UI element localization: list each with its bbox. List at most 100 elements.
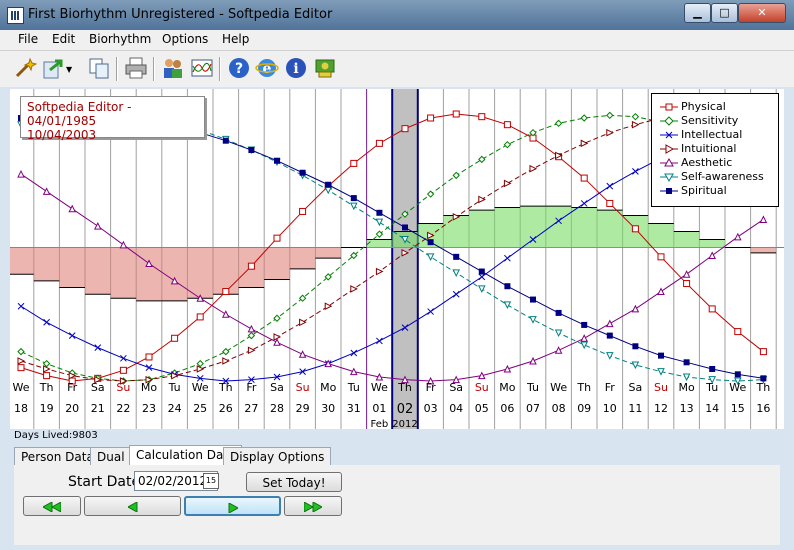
data-point: [530, 296, 536, 303]
print-icon[interactable]: [124, 56, 148, 80]
menu-bar: File Edit Biorhythm Options Help: [0, 30, 794, 51]
data-point: [631, 361, 640, 370]
data-point: [554, 329, 563, 338]
app-icon[interactable]: [7, 7, 24, 24]
day-number-label: 20: [65, 402, 79, 415]
forward-button[interactable]: [184, 496, 281, 516]
data-point: [452, 110, 460, 118]
copy-icon[interactable]: [87, 56, 111, 80]
data-point: [658, 352, 664, 359]
average-bar: [85, 247, 111, 295]
data-point: [42, 359, 51, 368]
data-point: [222, 357, 230, 365]
info-icon[interactable]: i: [284, 56, 308, 80]
data-point: [606, 128, 614, 137]
wizard-icon[interactable]: [13, 56, 38, 80]
minimize-button[interactable]: ▁: [684, 3, 711, 23]
web-icon[interactable]: e: [255, 56, 279, 80]
tab-dual[interactable]: Dual: [90, 447, 132, 466]
day-number-label: 05: [475, 402, 489, 415]
data-point: [631, 225, 639, 233]
days-lived: Days Lived:9803: [14, 430, 98, 441]
maximize-button[interactable]: □: [711, 3, 738, 23]
toolbar: ▼ ? e i: [0, 51, 794, 87]
data-point: [247, 262, 255, 270]
toolbar-separator: [153, 57, 155, 81]
data-point: [427, 308, 434, 315]
average-bar: [494, 207, 521, 248]
day-of-week-label: Fr: [67, 381, 78, 394]
average-bar: [366, 239, 393, 248]
data-point: [709, 365, 716, 372]
fast-forward-button[interactable]: [284, 496, 342, 516]
register-icon[interactable]: [313, 56, 337, 80]
data-point: [222, 347, 230, 356]
day-of-week-label: We: [371, 381, 388, 394]
person-info-box: Softpedia Editor - 04/01/1985 10/04/2003: [20, 96, 205, 142]
day-number-label: 07: [526, 402, 540, 415]
calendar-icon[interactable]: 15: [203, 473, 219, 489]
day-of-week-label: We: [729, 381, 746, 394]
data-point: [503, 121, 511, 129]
day-number-label: 24: [168, 402, 182, 415]
export-dropdown-icon[interactable]: ▼: [66, 65, 72, 74]
data-point: [17, 364, 25, 372]
data-point: [632, 168, 639, 175]
average-bar: [289, 247, 316, 269]
data-point: [580, 200, 588, 207]
day-number-label: 13: [680, 402, 694, 415]
data-point: [299, 207, 307, 215]
day-number-label: 10: [603, 402, 617, 415]
menu-edit[interactable]: Edit: [52, 32, 75, 46]
day-of-week-label: Fr: [605, 381, 616, 394]
data-point: [606, 332, 613, 339]
data-point: [376, 337, 383, 345]
average-bar: [10, 247, 34, 275]
chart-icon[interactable]: [190, 56, 214, 80]
data-point: [504, 254, 511, 262]
data-point: [683, 359, 690, 366]
export-icon[interactable]: [41, 56, 65, 80]
tab-display-options[interactable]: Display Options: [223, 447, 332, 466]
data-point: [529, 164, 538, 173]
average-bar: [315, 247, 341, 259]
day-of-week-label: Sa: [270, 381, 284, 394]
right-arrow-icon: [228, 503, 238, 513]
fast-back-button[interactable]: [23, 496, 81, 516]
data-point: [657, 253, 665, 261]
average-bar: [699, 239, 725, 248]
day-number-label: 08: [552, 402, 566, 415]
data-point: [606, 182, 614, 190]
year-label: 2012: [392, 419, 417, 429]
set-today-button[interactable]: Set Today!: [246, 472, 342, 492]
data-point: [247, 346, 256, 355]
average-bar: [187, 247, 213, 299]
day-of-week-label: Th: [397, 381, 412, 394]
menu-options[interactable]: Options: [162, 32, 208, 46]
data-point: [657, 287, 665, 296]
data-point: [221, 310, 230, 318]
left-arrow-icon: [127, 502, 137, 512]
day-number-label: 16: [756, 402, 770, 415]
day-number-label: 25: [193, 402, 207, 415]
persons-icon[interactable]: [161, 56, 185, 80]
day-of-week-label: Mo: [141, 381, 157, 394]
data-point: [375, 218, 384, 227]
biorhythm-chart[interactable]: We 18 Th 19 Fr 20 Sa 21 Su 22 Mo 23 Tu 24 We 25 Th 26 Fr 27…: [10, 89, 784, 429]
data-point: [478, 195, 486, 204]
menu-biorhythm[interactable]: Biorhythm: [89, 32, 151, 46]
day-number-label: 19: [40, 402, 54, 415]
tab-person-data[interactable]: Person Data: [14, 447, 101, 466]
menu-help[interactable]: Help: [222, 32, 249, 46]
back-button[interactable]: [84, 496, 181, 516]
close-button[interactable]: ✕: [738, 3, 786, 23]
data-point: [503, 179, 512, 188]
help-icon[interactable]: ?: [227, 56, 251, 80]
data-point: [580, 139, 589, 148]
menu-file[interactable]: File: [18, 32, 38, 46]
data-point: [453, 253, 460, 260]
data-point: [733, 232, 742, 241]
data-point: [426, 253, 435, 261]
day-number-label: 06: [500, 402, 514, 415]
data-point: [606, 111, 614, 120]
